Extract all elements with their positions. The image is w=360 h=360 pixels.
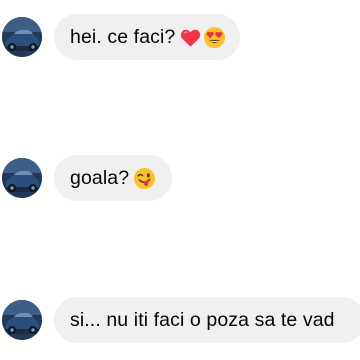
sender-avatar[interactable] [2, 300, 42, 340]
message-text: hei. ce faci? [70, 25, 176, 48]
sender-avatar[interactable] [2, 158, 42, 198]
heart-eyes-emoji-icon [203, 26, 226, 49]
message-bubble[interactable]: hei. ce faci? [54, 14, 241, 60]
message-bubble[interactable]: si... nu iti faci o poza sa te vad [54, 297, 360, 343]
message-text: goala? [70, 166, 130, 189]
message-bubble[interactable]: goala? [54, 155, 173, 201]
red-heart-icon [179, 26, 202, 49]
winking-tongue-emoji-icon [133, 167, 156, 190]
sender-avatar[interactable] [2, 17, 42, 57]
message-text: si... nu iti faci o poza sa te vad [70, 308, 335, 331]
